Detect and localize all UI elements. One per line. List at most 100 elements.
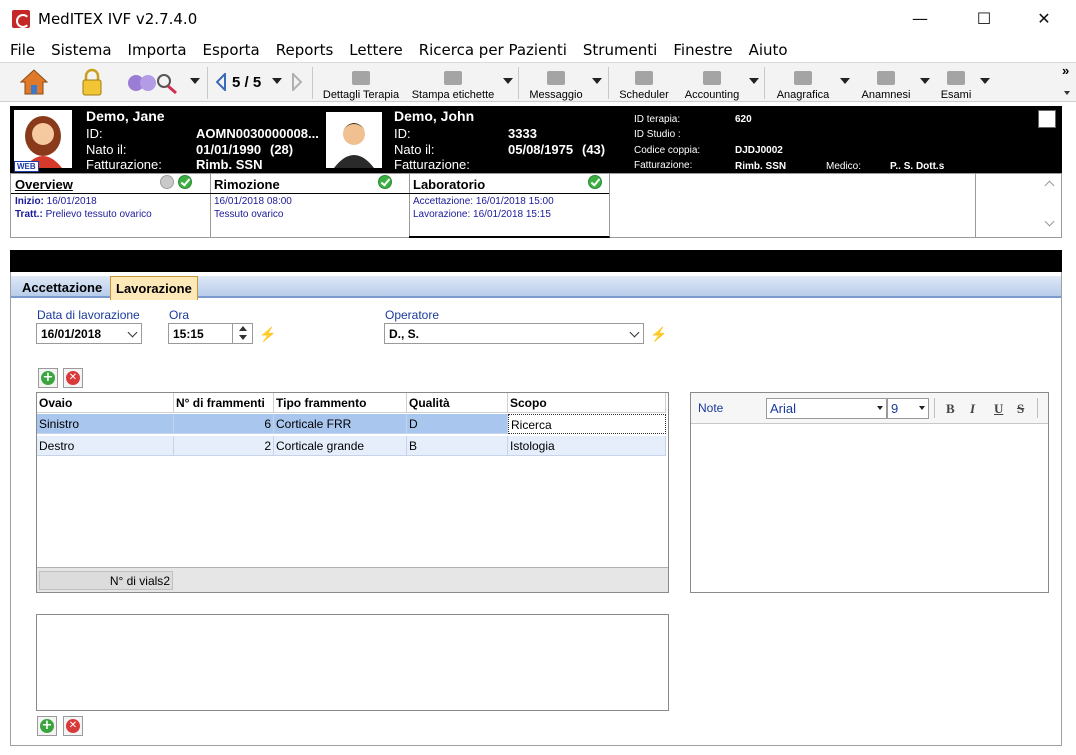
- toolbar-overflow-button[interactable]: »: [1062, 63, 1069, 78]
- chevron-down-icon[interactable]: [877, 406, 883, 410]
- font-family-select[interactable]: Arial: [766, 398, 887, 419]
- messaggio-dropdown-icon[interactable]: [592, 78, 602, 84]
- tab-laboratorio[interactable]: Laboratorio Accettazione: 16/01/2018 15:…: [409, 174, 610, 238]
- tab-lavorazione[interactable]: Lavorazione: [110, 276, 198, 300]
- messaggio-button[interactable]: Messaggio: [526, 65, 586, 101]
- operator-select[interactable]: D., S.: [384, 323, 644, 344]
- cell-scopo[interactable]: Ricerca: [508, 414, 666, 434]
- anagrafica-dropdown-icon[interactable]: [840, 78, 850, 84]
- add-row-button[interactable]: +: [38, 368, 58, 388]
- cell-qualita[interactable]: D: [407, 414, 508, 434]
- menu-file[interactable]: File: [10, 41, 35, 59]
- menu-finestre[interactable]: Finestre: [673, 41, 732, 59]
- cell-frammenti[interactable]: 2: [174, 436, 274, 456]
- cell-ovaio[interactable]: Sinistro: [37, 414, 174, 434]
- spin-down-icon[interactable]: [239, 335, 247, 340]
- male-avatar[interactable]: [326, 112, 382, 168]
- toolbar-overflow-arrow-icon[interactable]: [1064, 91, 1070, 95]
- column-header-scopo[interactable]: Scopo: [508, 393, 666, 413]
- column-header-ovaio[interactable]: Ovaio: [37, 393, 174, 413]
- strikethrough-button[interactable]: S: [1017, 401, 1024, 417]
- time-value: 15:15: [173, 327, 204, 341]
- notes-toolbar: Note Arial 9 B I U S: [691, 393, 1048, 424]
- underline-button[interactable]: U: [994, 401, 1003, 417]
- tab-accettazione[interactable]: Accettazione: [17, 276, 107, 298]
- accounting-button[interactable]: Accounting: [680, 65, 744, 101]
- home-icon[interactable]: [18, 67, 50, 97]
- anamnesi-dropdown-icon[interactable]: [920, 78, 930, 84]
- esami-button[interactable]: Esami: [934, 65, 978, 101]
- scroll-down-icon[interactable]: [1044, 216, 1055, 227]
- female-patient-name[interactable]: Demo, Jane: [86, 108, 165, 124]
- stampa-etichette-button[interactable]: Stampa etichette: [410, 65, 496, 101]
- fragments-table: Ovaio N° di frammenti Tipo frammento Qua…: [36, 392, 669, 593]
- italic-button[interactable]: I: [970, 401, 975, 417]
- column-header-tipo[interactable]: Tipo frammento: [274, 393, 407, 413]
- minimize-button[interactable]: —: [894, 0, 946, 36]
- lightning-icon[interactable]: ⚡: [259, 327, 276, 341]
- delete-row-button[interactable]: ✕: [63, 368, 83, 388]
- stampa-dropdown-icon[interactable]: [503, 78, 513, 84]
- menu-lettere[interactable]: Lettere: [349, 41, 402, 59]
- cell-frammenti[interactable]: 6: [174, 414, 274, 434]
- scroll-up-icon[interactable]: [1044, 180, 1055, 191]
- spin-up-icon[interactable]: [239, 326, 247, 331]
- column-header-frammenti[interactable]: N° di frammenti: [174, 393, 274, 413]
- bold-button[interactable]: B: [946, 401, 955, 417]
- medico-label: Medico:: [826, 161, 862, 172]
- previous-patient-icon[interactable]: [215, 71, 226, 93]
- menu-sistema[interactable]: Sistema: [51, 41, 111, 59]
- cell-tipo[interactable]: Corticale FRR: [274, 414, 407, 434]
- stethoscope-icon: [947, 71, 965, 85]
- messaggio-label: Messaggio: [529, 89, 583, 101]
- subtab-bar: Accettazione Lavorazione: [11, 276, 1061, 300]
- column-header-qualita[interactable]: Qualità: [407, 393, 508, 413]
- cell-tipo[interactable]: Corticale grande: [274, 436, 407, 456]
- tab-rimozione[interactable]: Rimozione 16/01/2018 08:00 Tessuto ovari…: [210, 174, 410, 238]
- toolbar-separator: [207, 67, 208, 99]
- menu-esporta[interactable]: Esporta: [203, 41, 260, 59]
- chevron-down-icon[interactable]: [919, 406, 925, 410]
- menu-aiuto[interactable]: Aiuto: [749, 41, 788, 59]
- cell-qualita[interactable]: B: [407, 436, 508, 456]
- female-avatar[interactable]: [14, 110, 72, 168]
- anamnesi-button[interactable]: Anamnesi: [856, 65, 916, 101]
- tab-overview[interactable]: Overview Inizio: 16/01/2018 Tratt.: Prel…: [11, 174, 211, 238]
- cell-ovaio[interactable]: Destro: [37, 436, 174, 456]
- scheduler-button[interactable]: Scheduler: [616, 65, 672, 101]
- chevron-down-icon[interactable]: [629, 327, 640, 338]
- maximize-button[interactable]: ☐: [958, 0, 1010, 36]
- lightning-icon[interactable]: ⚡: [650, 327, 667, 341]
- chevron-down-icon[interactable]: [127, 327, 138, 338]
- rimozione-line2: Tessuto ovarico: [214, 209, 284, 220]
- font-size-select[interactable]: 9: [887, 398, 929, 419]
- couple-search-icon[interactable]: [124, 69, 182, 97]
- notes-textarea[interactable]: [691, 425, 1048, 592]
- menu-ricerca-pazienti[interactable]: Ricerca per Pazienti: [419, 41, 567, 59]
- menu-strumenti[interactable]: Strumenti: [583, 41, 657, 59]
- accounting-dropdown-icon[interactable]: [749, 78, 759, 84]
- id-studio-label: ID Studio :: [634, 129, 681, 140]
- menu-reports[interactable]: Reports: [276, 41, 334, 59]
- male-patient-name[interactable]: Demo, John: [394, 108, 474, 124]
- document-icon[interactable]: [1038, 110, 1056, 128]
- patient-counter-dropdown-icon[interactable]: [272, 78, 282, 84]
- anagrafica-label: Anagrafica: [776, 89, 830, 101]
- delete-icon: ✕: [66, 719, 80, 733]
- next-patient-icon[interactable]: [292, 71, 303, 93]
- strip-scrollbar[interactable]: [975, 174, 1062, 237]
- close-button[interactable]: ✕: [1018, 0, 1070, 36]
- couple-dropdown-arrow-icon[interactable]: [190, 78, 200, 84]
- delete-item-button[interactable]: ✕: [63, 716, 83, 736]
- anagrafica-button[interactable]: Anagrafica: [772, 65, 834, 101]
- time-spinner[interactable]: [232, 324, 252, 343]
- add-item-button[interactable]: +: [37, 716, 57, 736]
- dettagli-terapia-button[interactable]: Dettagli Terapia: [322, 65, 400, 101]
- time-field[interactable]: 15:15: [168, 323, 253, 344]
- lock-icon[interactable]: [80, 67, 104, 97]
- secondary-list[interactable]: [36, 614, 669, 711]
- cell-scopo[interactable]: Istologia: [508, 436, 666, 456]
- esami-dropdown-icon[interactable]: [980, 78, 990, 84]
- menu-importa[interactable]: Importa: [128, 41, 187, 59]
- date-field[interactable]: 16/01/2018: [36, 323, 142, 344]
